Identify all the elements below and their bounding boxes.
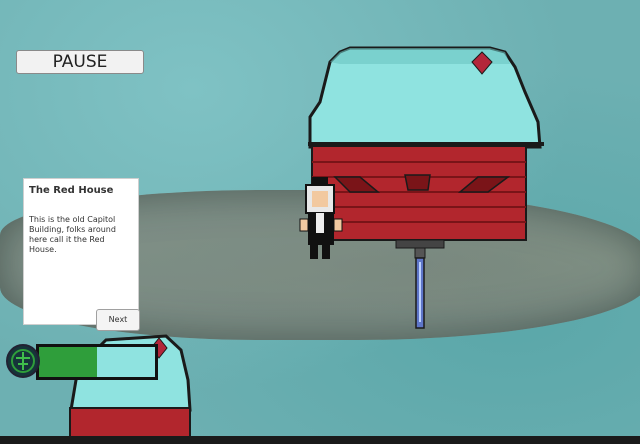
dialog-body: This is the old Capitol Building, folks … — [29, 215, 116, 254]
health-meter — [6, 344, 158, 384]
dialog-box: The Red House This is the old Capitol Bu… — [23, 178, 140, 331]
health-bar-fill — [39, 347, 97, 377]
bottom-bar — [0, 436, 640, 444]
health-bar — [36, 344, 158, 380]
player-character — [299, 177, 343, 259]
next-button[interactable]: Next — [96, 309, 140, 331]
tree-emblem-icon — [6, 344, 40, 378]
dialog-title: The Red House — [29, 185, 114, 196]
game-scene: PAUSE The Red House This is the old Capi… — [0, 0, 640, 444]
pause-button[interactable]: PAUSE — [16, 50, 144, 74]
